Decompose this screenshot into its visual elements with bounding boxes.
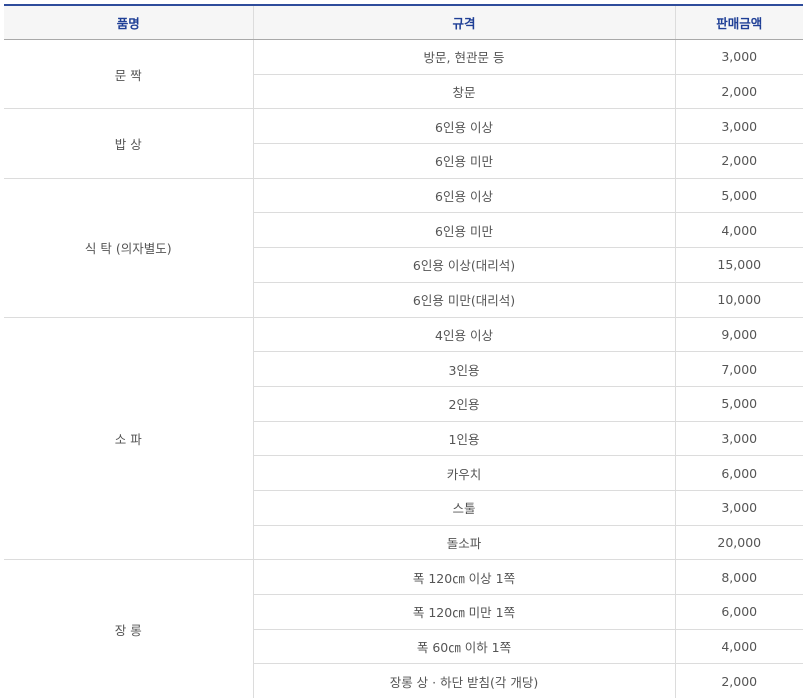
price-cell: 3,000 xyxy=(675,109,803,144)
spec-cell: 6인용 이상 xyxy=(253,178,675,213)
price-cell: 10,000 xyxy=(675,282,803,317)
spec-cell: 6인용 이상 xyxy=(253,109,675,144)
price-cell: 3,000 xyxy=(675,421,803,456)
header-row: 품명 규격 판매금액 xyxy=(4,5,803,40)
header-price: 판매금액 xyxy=(675,5,803,40)
item-name: 장 롱 xyxy=(4,560,253,698)
header-spec: 규격 xyxy=(253,5,675,40)
table-row: 소 파 4인용 이상 9,000 xyxy=(4,317,803,352)
spec-cell: 카우치 xyxy=(253,456,675,491)
spec-cell: 6인용 미만(대리석) xyxy=(253,282,675,317)
spec-cell: 6인용 미만 xyxy=(253,213,675,248)
price-cell: 8,000 xyxy=(675,560,803,595)
item-name: 문 짝 xyxy=(4,40,253,109)
price-cell: 15,000 xyxy=(675,248,803,283)
price-table: 품명 규격 판매금액 문 짝 방문, 현관문 등 3,000 창문 2,000 … xyxy=(4,4,803,698)
spec-cell: 6인용 미만 xyxy=(253,144,675,179)
spec-cell: 1인용 xyxy=(253,421,675,456)
table-row: 밥 상 6인용 이상 3,000 xyxy=(4,109,803,144)
item-name: 소 파 xyxy=(4,317,253,560)
table-row: 식 탁 (의자별도) 6인용 이상 5,000 xyxy=(4,178,803,213)
price-cell: 7,000 xyxy=(675,352,803,387)
spec-cell: 스툴 xyxy=(253,490,675,525)
spec-cell: 폭 120㎝ 이상 1쪽 xyxy=(253,560,675,595)
price-cell: 5,000 xyxy=(675,178,803,213)
price-cell: 3,000 xyxy=(675,490,803,525)
spec-cell: 창문 xyxy=(253,74,675,109)
price-cell: 20,000 xyxy=(675,525,803,560)
item-name: 식 탁 (의자별도) xyxy=(4,178,253,317)
price-cell: 4,000 xyxy=(675,629,803,664)
price-cell: 3,000 xyxy=(675,40,803,75)
spec-cell: 폭 60㎝ 이하 1쪽 xyxy=(253,629,675,664)
price-cell: 6,000 xyxy=(675,456,803,491)
price-cell: 2,000 xyxy=(675,74,803,109)
price-cell: 4,000 xyxy=(675,213,803,248)
item-name: 밥 상 xyxy=(4,109,253,178)
table-row: 장 롱 폭 120㎝ 이상 1쪽 8,000 xyxy=(4,560,803,595)
spec-cell: 폭 120㎝ 미만 1쪽 xyxy=(253,595,675,630)
spec-cell: 6인용 이상(대리석) xyxy=(253,248,675,283)
price-cell: 6,000 xyxy=(675,595,803,630)
table-body: 문 짝 방문, 현관문 등 3,000 창문 2,000 밥 상 6인용 이상 … xyxy=(4,40,803,698)
price-cell: 5,000 xyxy=(675,386,803,421)
spec-cell: 방문, 현관문 등 xyxy=(253,40,675,75)
spec-cell: 돌소파 xyxy=(253,525,675,560)
price-cell: 9,000 xyxy=(675,317,803,352)
spec-cell: 2인용 xyxy=(253,386,675,421)
table-header: 품명 규격 판매금액 xyxy=(4,5,803,40)
spec-cell: 4인용 이상 xyxy=(253,317,675,352)
price-cell: 2,000 xyxy=(675,144,803,179)
header-item: 품명 xyxy=(4,5,253,40)
table-row: 문 짝 방문, 현관문 등 3,000 xyxy=(4,40,803,75)
spec-cell: 3인용 xyxy=(253,352,675,387)
